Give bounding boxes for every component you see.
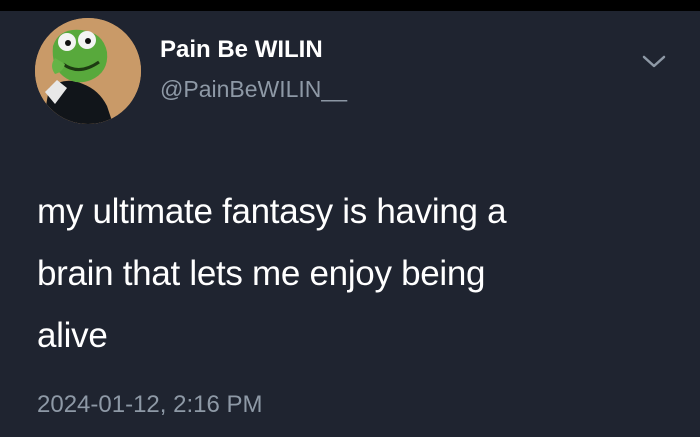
tweet-menu-button[interactable] [638,49,670,73]
tweet-text-line: alive [37,316,108,355]
tweet-card: Pain Be WILIN @PainBeWILIN__ my ultimate… [0,11,700,437]
chevron-down-icon [642,55,666,68]
author-handle[interactable]: @PainBeWILIN__ [160,76,347,103]
kermit-frog-avatar-icon [35,18,141,124]
author-avatar[interactable] [35,18,141,124]
tweet-text-line: brain that lets me enjoy being [37,254,486,293]
tweet-timestamp[interactable]: 2024-01-12, 2:16 PM [37,391,262,419]
tweet-text-line: my ultimate fantasy is having a [37,192,507,231]
author-display-name[interactable]: Pain Be WILIN [160,36,323,64]
tweet-text: my ultimate fantasy is having a brain th… [37,181,677,367]
